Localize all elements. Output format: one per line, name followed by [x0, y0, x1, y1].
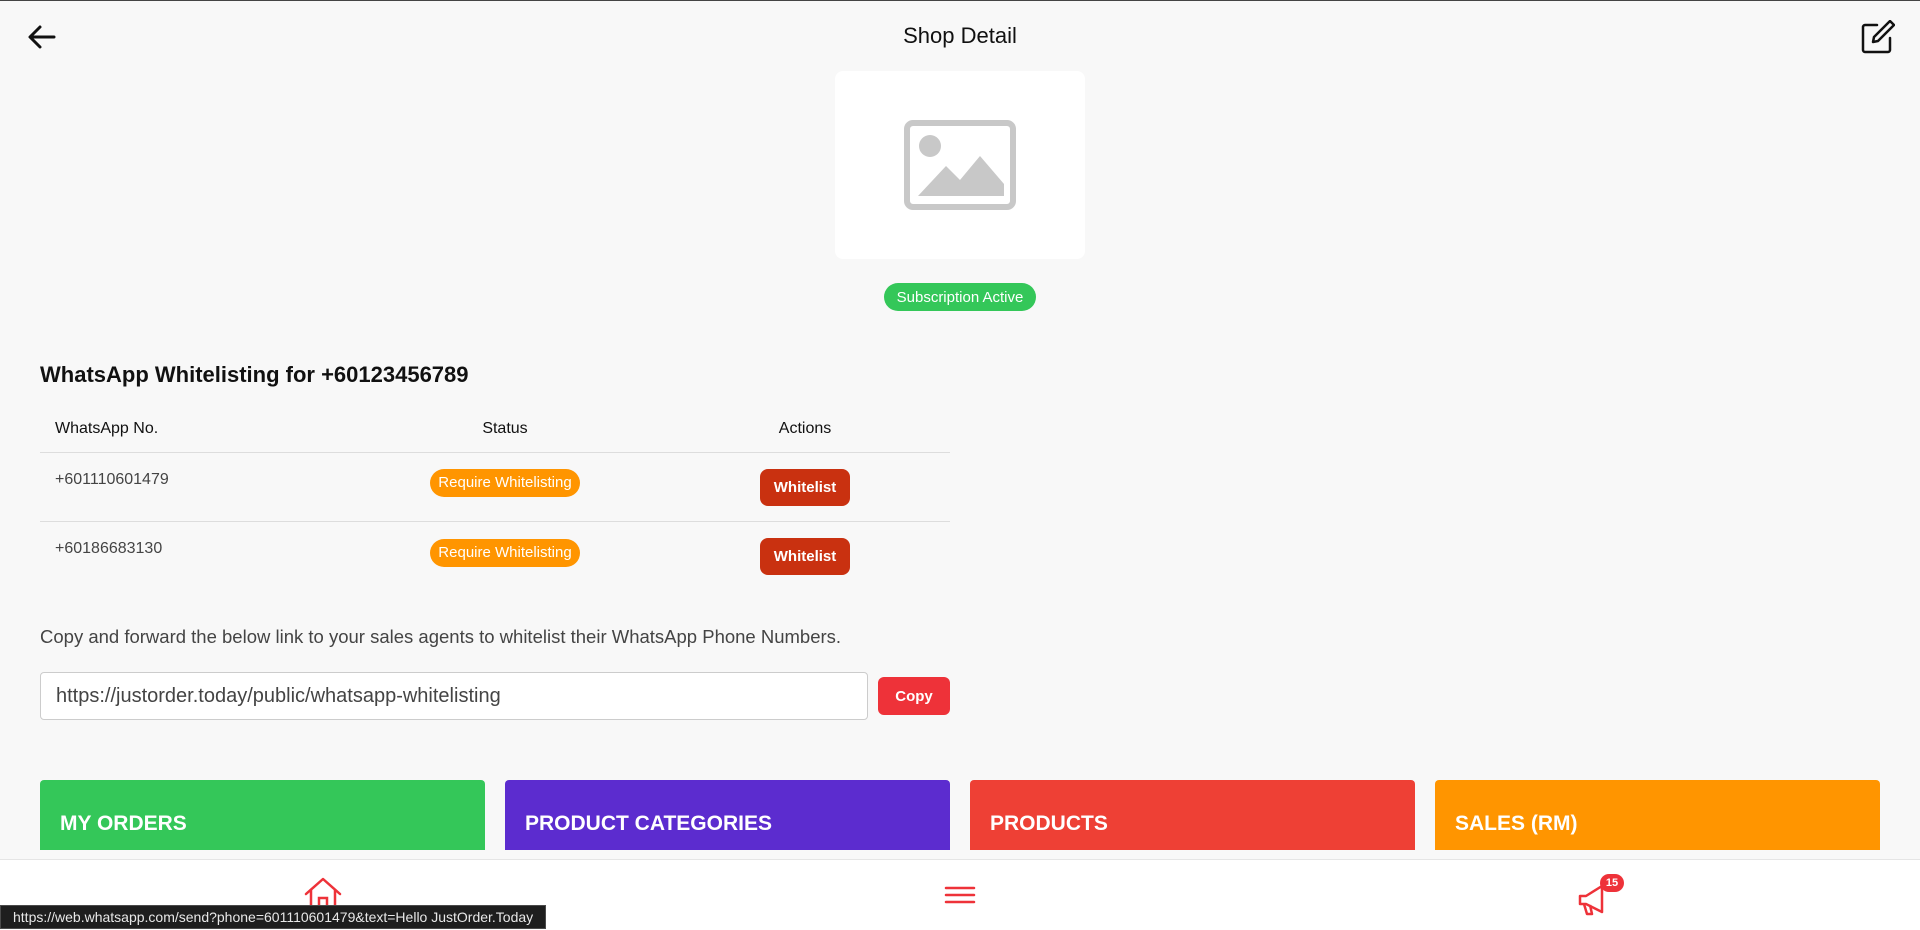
column-header-number: WhatsApp No.: [55, 419, 159, 437]
whitelisting-title: WhatsApp Whitelisting for +60123456789: [40, 362, 469, 387]
tile-my-orders[interactable]: MY ORDERS: [40, 780, 485, 850]
status-cell: Require Whitelisting: [350, 538, 660, 567]
app-header: Shop Detail: [0, 1, 1920, 73]
subscription-status-badge: Subscription Active: [884, 283, 1036, 311]
whitelisting-link-field[interactable]: https://justorder.today/public/whatsapp-…: [40, 672, 868, 720]
edit-icon: [1861, 20, 1895, 54]
tile-label: PRODUCT CATEGORIES: [525, 812, 772, 835]
tile-sales[interactable]: SALES (RM): [1435, 780, 1880, 850]
tile-label: MY ORDERS: [60, 812, 187, 835]
share-instruction: Copy and forward the below link to your …: [40, 626, 842, 647]
nav-announcements-button[interactable]: 15: [1576, 874, 1624, 916]
tile-product-categories[interactable]: PRODUCT CATEGORIES: [505, 780, 950, 850]
column-header-actions: Actions: [778, 419, 832, 437]
whitelist-button[interactable]: Whitelist: [760, 468, 850, 506]
whitelisting-table: WhatsApp No. Status Actions +60111060147…: [40, 405, 950, 591]
status-cell: Require Whitelisting: [350, 469, 660, 497]
page-title: Shop Detail: [903, 23, 1017, 48]
tile-products[interactable]: PRODUCTS: [970, 780, 1415, 850]
notification-count-badge: 15: [1600, 874, 1624, 892]
image-placeholder-icon: [904, 120, 1016, 210]
edit-button[interactable]: [1858, 19, 1896, 57]
whitelist-button[interactable]: Whitelist: [760, 538, 850, 575]
nav-menu-button[interactable]: [942, 880, 978, 910]
status-badge: Require Whitelisting: [430, 469, 580, 497]
column-header-status: Status: [482, 419, 528, 437]
status-badge: Require Whitelisting: [430, 538, 580, 567]
menu-icon: [944, 886, 976, 904]
table-row: +60186683130 Require Whitelisting Whitel…: [40, 522, 950, 591]
copy-button[interactable]: Copy: [878, 677, 950, 715]
table-header: WhatsApp No. Status Actions: [40, 405, 950, 453]
whatsapp-number: +601110601479: [55, 471, 169, 488]
actions-cell: Whitelist: [660, 538, 950, 575]
tile-label: PRODUCTS: [990, 812, 1108, 835]
tile-label: SALES (RM): [1455, 812, 1578, 835]
table-row: +601110601479 Require Whitelisting White…: [40, 453, 950, 522]
browser-status-bar: https://web.whatsapp.com/send?phone=6011…: [0, 905, 547, 929]
shop-image: [835, 71, 1085, 259]
whatsapp-number: +60186683130: [55, 540, 163, 557]
actions-cell: Whitelist: [660, 468, 950, 506]
